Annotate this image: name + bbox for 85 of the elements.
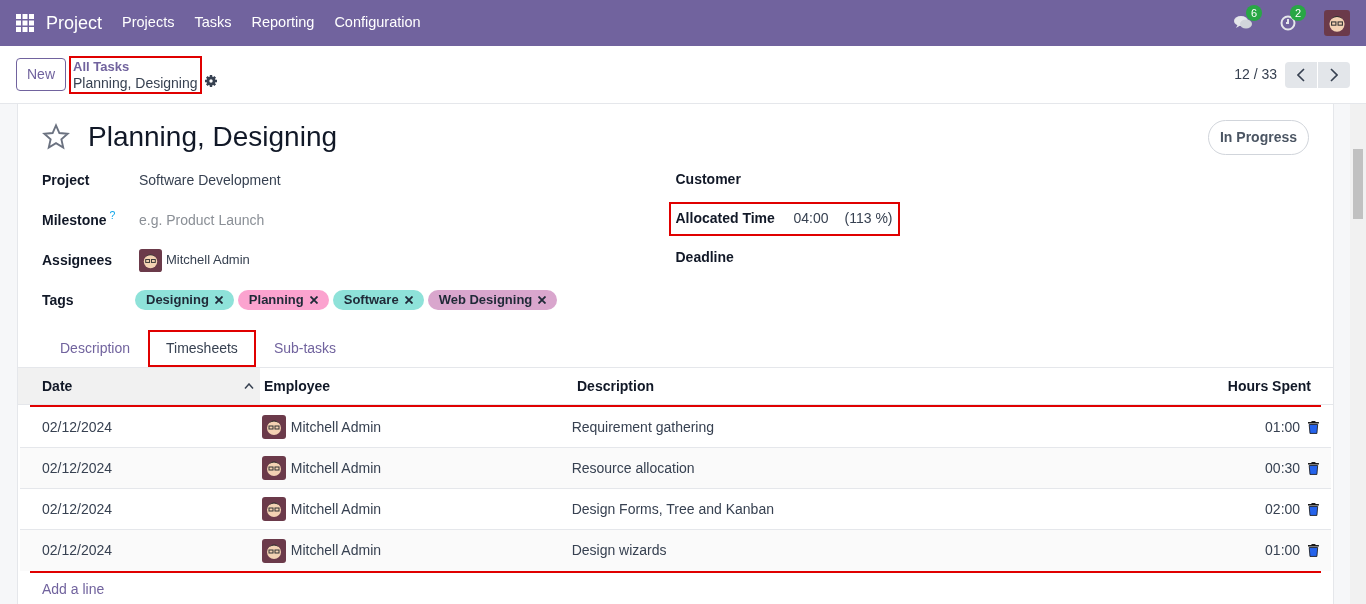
avatar-icon: [261, 497, 286, 521]
field-label: Assignees: [42, 250, 114, 270]
scrollbar[interactable]: [1350, 104, 1366, 604]
task-title: Planning, Designing: [88, 120, 338, 154]
avatar-icon: [261, 415, 286, 439]
tab[interactable]: Timesheets: [148, 330, 256, 367]
trash-icon[interactable]: [1308, 544, 1319, 557]
chevron-right-icon: [1330, 67, 1338, 82]
timesheet-row[interactable]: 02/12/2024 Mitchell Admin Design wizards 01:00: [20, 530, 1331, 571]
field-label: Milestone $^{?}$: [42, 209, 117, 230]
menu-item[interactable]: Tasks: [194, 12, 232, 34]
avatar-icon: [261, 538, 286, 563]
field-label: Deadline: [675, 248, 735, 267]
activities-badge: 2: [1290, 5, 1307, 21]
apps-menu-icon[interactable]: [16, 14, 34, 32]
chevron-left-icon: [1297, 67, 1305, 82]
field-label: Project: [42, 170, 91, 190]
employee-cell-text: Mitchell Admin: [290, 417, 382, 437]
avatar-icon: [261, 456, 286, 480]
menu-item[interactable]: Projects: [122, 12, 175, 34]
tag-pill[interactable]: Software: [332, 290, 424, 310]
field-label: Customer: [675, 170, 742, 189]
field-label: Tags: [42, 290, 75, 310]
close-icon[interactable]: [309, 296, 318, 304]
app-name[interactable]: Project: [46, 9, 103, 37]
employee-cell-text: Mitchell Admin: [290, 541, 382, 560]
close-icon[interactable]: [404, 296, 413, 304]
description-cell: Requirement gathering: [571, 418, 715, 435]
milestone-field[interactable]: e.g. Product Launch: [139, 209, 439, 231]
trash-icon[interactable]: [1308, 420, 1319, 434]
close-icon[interactable]: [538, 296, 547, 304]
hours-cell: 01:00: [1265, 542, 1301, 558]
tag-pill[interactable]: Designing: [135, 290, 234, 310]
add-line-link[interactable]: Add a line: [42, 581, 105, 597]
column-header[interactable]: Description: [573, 375, 1173, 397]
record-title: Planning, Designing: [73, 74, 198, 91]
clock-icon[interactable]: [1280, 15, 1296, 31]
avatar-icon: [139, 248, 162, 272]
tag-pill[interactable]: Planning: [237, 290, 329, 310]
employee-cell-text: Mitchell Admin: [290, 458, 382, 478]
hours-cell: 01:00: [1265, 418, 1301, 435]
previous-button[interactable]: [1285, 61, 1317, 88]
timesheet-row[interactable]: 02/12/2024 Mitchell Admin Requirement gathering 01:00: [20, 407, 1331, 448]
messages-badge: 6: [1246, 5, 1263, 21]
description-cell: Resource allocation: [571, 459, 695, 476]
tag-label: Planning: [248, 291, 304, 309]
star-icon[interactable]: [42, 123, 70, 151]
column-header[interactable]: Hours Spent: [1173, 375, 1311, 397]
tag-pill[interactable]: Web Designing: [427, 290, 558, 310]
menu-item[interactable]: Reporting: [251, 12, 315, 34]
avatar-icon: [1324, 10, 1350, 36]
tag-label: Web Designing: [438, 291, 533, 309]
sort-ascending-icon: [244, 383, 254, 389]
date-cell: 02/12/2024: [42, 418, 113, 435]
next-button[interactable]: [1318, 61, 1350, 88]
date-cell: 02/12/2024: [42, 542, 113, 558]
description-cell: Design Forms, Tree and Kanban: [571, 500, 774, 517]
column-header[interactable]: Employee: [260, 375, 573, 397]
allocated-time-value[interactable]: 04:00: [793, 208, 829, 229]
trash-icon[interactable]: [1308, 461, 1319, 475]
date-cell: 02/12/2024: [42, 500, 113, 517]
progress-percent: (113 %): [844, 209, 893, 228]
column-header[interactable]: Date: [18, 368, 260, 404]
tab[interactable]: Description: [42, 330, 149, 367]
timesheet-row[interactable]: 02/12/2024 Mitchell Admin Resource allocation 00:30: [20, 448, 1331, 489]
hours-cell: 00:30: [1265, 459, 1301, 476]
date-cell: 02/12/2024: [42, 459, 113, 476]
field-label: Allocated Time: [675, 209, 776, 228]
breadcrumb-link[interactable]: All Tasks: [73, 58, 198, 75]
close-icon[interactable]: [214, 296, 223, 304]
pager-counter: 12 / 33: [1234, 65, 1277, 84]
employee-cell-text: Mitchell Admin: [290, 499, 382, 519]
settings-icon[interactable]: [204, 74, 217, 87]
hours-cell: 02:00: [1265, 500, 1301, 517]
description-cell: Design wizards: [571, 542, 667, 558]
menu-item[interactable]: Configuration: [334, 12, 421, 34]
timesheet-row[interactable]: 02/12/2024 Mitchell Admin Design Forms, Tree and Kanban 02:00: [20, 489, 1331, 530]
tag-label: Designing: [146, 291, 209, 309]
new-button[interactable]: New: [16, 58, 66, 91]
trash-icon[interactable]: [1308, 502, 1319, 516]
tab[interactable]: Sub-tasks: [255, 330, 355, 367]
tag-label: Software: [343, 291, 399, 309]
assignee-name[interactable]: Mitchell Admin: [166, 250, 250, 270]
chat-icon[interactable]: [1234, 15, 1252, 31]
project-value[interactable]: Software Development: [139, 169, 281, 191]
